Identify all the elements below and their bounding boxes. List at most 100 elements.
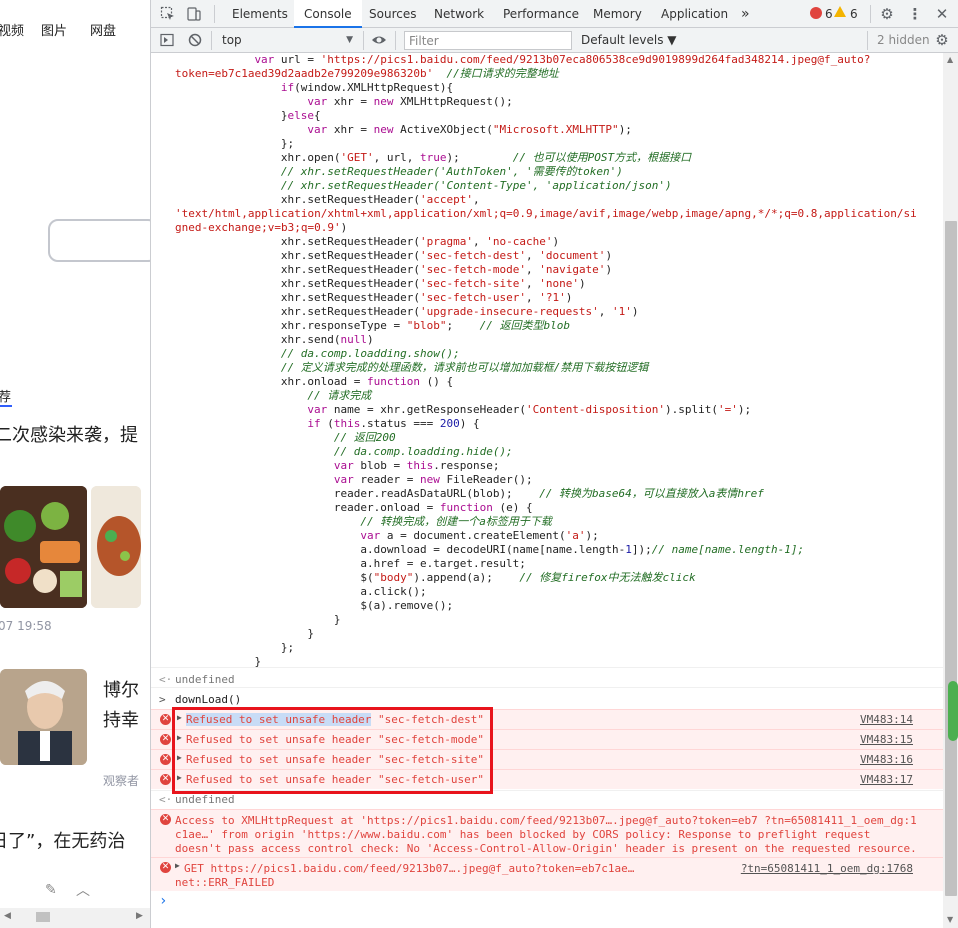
code-line: xhr.setRequestHeader('sec-fetch-user', '… (280, 291, 573, 304)
error-message-row[interactable]: ✕ ▶ Refused to set unsafe header "sec-fe… (151, 749, 943, 769)
news-thumbnail[interactable] (0, 669, 87, 765)
scroll-down-icon[interactable]: ▼ (947, 915, 953, 924)
code-line: // xhr.setRequestHeader('Content-Type', … (280, 179, 672, 192)
code-line: // xhr.setRequestHeader('AuthToken', '需要… (280, 165, 623, 178)
error-message-row[interactable]: ✕ ▶ Refused to set unsafe header "sec-fe… (151, 769, 943, 789)
feedback-icon[interactable]: ✎ (45, 882, 57, 898)
error-icon: ✕ (160, 714, 171, 725)
console-prompt[interactable]: › (159, 894, 943, 908)
warning-count-icon[interactable] (834, 6, 846, 17)
tab-console[interactable]: Console (294, 0, 362, 28)
log-levels-select[interactable]: Default levels ▼ (581, 31, 677, 50)
error-icon: ✕ (160, 814, 171, 825)
kebab-menu-icon[interactable]: ⋮ (907, 6, 923, 22)
error-source-link[interactable]: VM483:14 (860, 713, 913, 726)
live-expression-eye-icon[interactable] (371, 32, 387, 48)
code-line: xhr.send(null) (280, 333, 374, 346)
close-icon[interactable]: ✕ (934, 6, 950, 22)
expand-triangle-icon[interactable]: ▶ (177, 773, 182, 782)
page-search-box[interactable] (48, 219, 150, 262)
tab-divider (214, 5, 215, 23)
expand-triangle-icon[interactable]: ▶ (177, 713, 182, 722)
expand-triangle-icon[interactable]: ▶ (175, 861, 180, 870)
code-line: // 请求完成 (307, 389, 372, 402)
network-error-source[interactable]: ?tn=65081411_1_oem_dg:1768 (741, 862, 913, 875)
scroll-thumb[interactable] (36, 912, 50, 922)
toolbar-divider (867, 31, 868, 50)
error-icon: ✕ (160, 734, 171, 745)
code-line: $(a).remove(); (360, 599, 454, 612)
code-line: xhr.setRequestHeader('sec-fetch-dest', '… (280, 249, 613, 262)
page-horizontal-scrollbar[interactable]: ◀ ▶ (0, 908, 150, 928)
filter-input[interactable] (404, 31, 572, 50)
code-line: var a = document.createElement('a'); (360, 529, 599, 542)
error-count-icon[interactable] (810, 7, 822, 19)
device-toolbar-icon[interactable] (186, 6, 202, 22)
console-vertical-scrollbar[interactable]: ▲ ▼ (943, 53, 958, 928)
clear-console-icon[interactable] (187, 32, 203, 48)
console-result: undefined (175, 673, 235, 686)
error-message-row[interactable]: ✕ ▶ Refused to set unsafe header "sec-fe… (151, 709, 943, 729)
tab-performance[interactable]: Performance (503, 0, 579, 28)
news-thumbnail[interactable] (91, 486, 141, 608)
news-headline[interactable]: 日了”，在无药治 (0, 827, 125, 853)
context-select[interactable]: top ▼ (217, 31, 357, 50)
message-separator (151, 667, 943, 668)
error-icon: ✕ (160, 774, 171, 785)
news-headline[interactable]: 博尔持幸 (103, 676, 143, 736)
error-count[interactable]: 6 (825, 0, 833, 28)
news-headline[interactable]: 二次感染来袭，提 (0, 421, 138, 447)
news-thumbnail[interactable] (0, 486, 87, 608)
network-error-row[interactable]: ✕ ▶ GET https://pics1.baidu.com/feed/921… (151, 857, 943, 891)
warning-count[interactable]: 6 (850, 0, 858, 28)
recommend-tab-underline (0, 405, 12, 407)
devtools-panel: Elements Console Sources Network Perform… (150, 0, 958, 928)
message-separator (151, 687, 943, 688)
scroll-left-icon[interactable]: ◀ (4, 911, 11, 921)
code-line: var url = 'https://pics1.baidu.com/feed/… (254, 53, 871, 66)
error-source-link[interactable]: VM483:17 (860, 773, 913, 786)
more-tabs-icon[interactable]: » (741, 0, 750, 28)
tab-elements[interactable]: Elements (232, 0, 288, 28)
scroll-position-marker (948, 681, 958, 741)
chevron-up-icon[interactable]: ︿ (76, 880, 90, 900)
tab-application[interactable]: Application (661, 0, 728, 28)
tab-sources[interactable]: Sources (369, 0, 416, 28)
code-line: xhr.setRequestHeader('sec-fetch-site', '… (280, 277, 586, 290)
code-line: xhr.open('GET', url, true); // 也可以使用POST… (280, 151, 692, 164)
tab-network[interactable]: Network (434, 0, 484, 28)
code-line: gned-exchange;v=b3;q=0.9') (175, 221, 348, 234)
recommend-tab[interactable]: 荐 (0, 386, 11, 405)
console-input: downLoad() (175, 693, 242, 706)
code-line: // da.comp.loadding.hide(); (333, 445, 513, 458)
code-line: var reader = new FileReader(); (333, 473, 533, 486)
code-line: // 返回200 (333, 431, 396, 444)
error-source-link[interactable]: VM483:16 (860, 753, 913, 766)
context-value: top (222, 33, 242, 47)
cors-error-row[interactable]: ✕ Access to XMLHttpRequest at 'https://p… (151, 809, 943, 857)
code-line: xhr.setRequestHeader('sec-fetch-mode', '… (280, 263, 613, 276)
code-line: token=eb7c1aed39d2aadb2e799209e986320b' … (175, 67, 559, 80)
console-output[interactable]: var url = 'https://pics1.baidu.com/feed/… (151, 53, 943, 928)
expand-triangle-icon[interactable]: ▶ (177, 753, 182, 762)
code-line: } (333, 613, 341, 626)
scroll-thumb[interactable] (945, 221, 957, 896)
publish-time: 07 19:58 (0, 619, 52, 633)
console-settings-gear-icon[interactable]: ⚙ (934, 32, 950, 48)
nav-images[interactable]: 图片 (41, 20, 67, 39)
settings-gear-icon[interactable]: ⚙ (879, 6, 895, 22)
console-toolbar: top ▼ Default levels ▼ 2 hidden ⚙ (151, 28, 958, 53)
scroll-right-icon[interactable]: ▶ (136, 911, 143, 921)
expand-triangle-icon[interactable]: ▶ (177, 733, 182, 742)
error-message-row[interactable]: ✕ ▶ Refused to set unsafe header "sec-fe… (151, 729, 943, 749)
cors-error-line: c1ae…' from origin 'https://www.baidu.co… (175, 828, 871, 841)
code-line: 'text/html,application/xhtml+xml,applica… (175, 207, 917, 220)
inspect-element-icon[interactable] (160, 6, 176, 22)
nav-video[interactable]: 视频 (0, 20, 24, 39)
sidebar-toggle-icon[interactable] (159, 32, 175, 48)
network-error-request[interactable]: GET https://pics1.baidu.com/feed/9213b07… (184, 862, 634, 875)
scroll-up-icon[interactable]: ▲ (947, 55, 953, 64)
error-source-link[interactable]: VM483:15 (860, 733, 913, 746)
nav-netdisk[interactable]: 网盘 (90, 20, 116, 39)
tab-memory[interactable]: Memory (593, 0, 642, 28)
